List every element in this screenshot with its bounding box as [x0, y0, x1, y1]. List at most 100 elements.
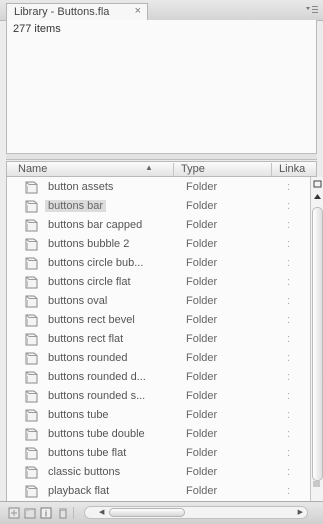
item-count: 277 items: [13, 23, 61, 35]
item-name: buttons rounded s...: [48, 390, 146, 402]
item-type: Folder: [186, 257, 218, 269]
item-linkage: :: [287, 181, 291, 193]
scroll-down-icon[interactable]: [313, 481, 320, 487]
item-linkage: :: [287, 428, 291, 440]
column-header-type[interactable]: Type: [181, 163, 205, 175]
item-type: Folder: [186, 238, 218, 250]
list-item[interactable]: button assets Folder:: [7, 178, 310, 197]
item-name: playback flat: [48, 485, 110, 497]
list-item[interactable]: buttons tube flat Folder:: [7, 444, 310, 463]
new-folder-icon[interactable]: [24, 507, 36, 519]
list-item[interactable]: buttons tube Folder:: [7, 406, 310, 425]
item-type: Folder: [186, 314, 218, 326]
folder-icon: [24, 180, 39, 195]
list-item[interactable]: buttons bar Folder:: [7, 197, 310, 216]
column-header-linkage[interactable]: Linka: [279, 163, 305, 175]
item-linkage: :: [287, 295, 291, 307]
library-panel: Library - Buttons.fla × 277 items Name ▲…: [0, 0, 323, 524]
list-item[interactable]: buttons rounded d... Folder:: [7, 368, 310, 387]
list-item[interactable]: buttons tube double Folder:: [7, 425, 310, 444]
panel-menu-icon[interactable]: [303, 3, 319, 17]
item-name: buttons bar capped: [48, 219, 143, 231]
item-name: buttons bubble 2: [48, 238, 130, 250]
column-divider[interactable]: [173, 163, 174, 176]
close-icon[interactable]: ×: [135, 5, 141, 17]
item-name: buttons bar: [45, 200, 107, 212]
item-type: Folder: [186, 352, 218, 364]
item-type: Folder: [186, 390, 218, 402]
horizontal-scrollbar[interactable]: ◀ ▶: [84, 506, 308, 519]
column-header: Name ▲ Type Linka: [6, 161, 317, 177]
folder-icon: [24, 218, 39, 233]
item-type: Folder: [186, 219, 218, 231]
column-divider[interactable]: [271, 163, 272, 176]
library-tab-title: Library - Buttons.fla: [14, 6, 110, 18]
item-linkage: :: [287, 257, 291, 269]
item-name: buttons rounded: [48, 352, 128, 364]
item-type: Folder: [186, 447, 218, 459]
list-item[interactable]: buttons bar capped Folder:: [7, 216, 310, 235]
list-item[interactable]: buttons circle bub... Folder:: [7, 254, 310, 273]
item-linkage: :: [287, 466, 291, 478]
folder-icon: [24, 275, 39, 290]
list-item[interactable]: buttons rect bevel Folder:: [7, 311, 310, 330]
item-type: Folder: [186, 466, 218, 478]
new-symbol-icon[interactable]: [8, 507, 20, 519]
vertical-scrollbar[interactable]: [310, 177, 323, 501]
item-name: button assets: [48, 181, 114, 193]
scroll-up-icon[interactable]: [312, 191, 323, 202]
list-item[interactable]: classic buttons Folder:: [7, 463, 310, 482]
item-linkage: :: [287, 276, 291, 288]
list-item[interactable]: playback flat Folder:: [7, 482, 310, 501]
sort-ascending-icon: ▲: [145, 163, 153, 172]
list-item[interactable]: buttons rect flat Folder:: [7, 330, 310, 349]
folder-icon: [24, 199, 39, 214]
item-linkage: :: [287, 219, 291, 231]
item-type: Folder: [186, 409, 218, 421]
list-item[interactable]: buttons rounded s... Folder:: [7, 387, 310, 406]
item-name: buttons circle flat: [48, 276, 131, 288]
list-item[interactable]: buttons circle flat Folder:: [7, 273, 310, 292]
item-name: buttons circle bub...: [48, 257, 144, 269]
item-type: Folder: [186, 200, 218, 212]
item-type: Folder: [186, 485, 218, 497]
item-linkage: :: [287, 352, 291, 364]
preview-resize-divider[interactable]: [6, 153, 317, 160]
item-name: buttons oval: [48, 295, 108, 307]
properties-icon[interactable]: i: [40, 507, 52, 519]
item-linkage: :: [287, 200, 291, 212]
list-item[interactable]: buttons oval Folder:: [7, 292, 310, 311]
panel-tab-bar: Library - Buttons.fla ×: [0, 0, 323, 21]
item-name: buttons rect flat: [48, 333, 124, 345]
library-bottom-toolbar: i ◀ ▶: [0, 501, 323, 524]
vertical-scroll-thumb[interactable]: [312, 207, 323, 481]
item-name: buttons tube flat: [48, 447, 127, 459]
item-name: buttons rounded d...: [48, 371, 146, 383]
folder-icon: [24, 351, 39, 366]
item-name: classic buttons: [48, 466, 121, 478]
folder-icon: [24, 256, 39, 271]
item-linkage: :: [287, 238, 291, 250]
list-item[interactable]: buttons rounded Folder:: [7, 349, 310, 368]
delete-icon[interactable]: [57, 507, 69, 519]
list-item[interactable]: buttons bubble 2 Folder:: [7, 235, 310, 254]
library-tab[interactable]: Library - Buttons.fla ×: [6, 3, 148, 21]
item-name: buttons tube: [48, 409, 109, 421]
item-linkage: :: [287, 333, 291, 345]
item-type: Folder: [186, 276, 218, 288]
svg-text:i: i: [45, 509, 47, 519]
toolbar-separator: [73, 507, 74, 519]
item-linkage: :: [287, 371, 291, 383]
item-linkage: :: [287, 390, 291, 402]
scroll-left-icon[interactable]: ◀: [99, 507, 104, 518]
item-type: Folder: [186, 428, 218, 440]
column-header-name[interactable]: Name: [18, 163, 47, 175]
folder-icon: [24, 484, 39, 499]
folder-icon: [24, 313, 39, 328]
scroll-top-icon[interactable]: [312, 179, 323, 190]
library-item-list: button assets Folder: buttons bar Folder: bu…: [6, 177, 310, 501]
scroll-right-icon[interactable]: ▶: [298, 507, 303, 518]
symbol-preview-area: 277 items: [6, 20, 317, 153]
item-linkage: :: [287, 314, 291, 326]
horizontal-scroll-thumb[interactable]: [109, 508, 185, 517]
